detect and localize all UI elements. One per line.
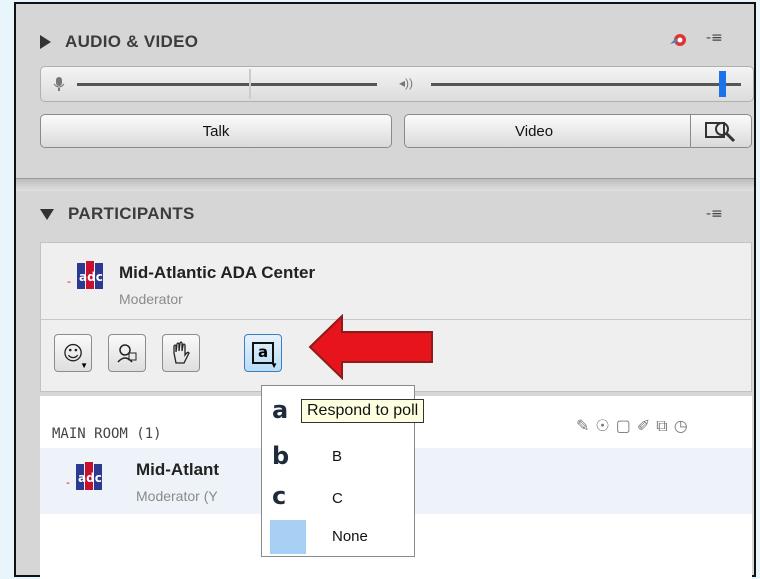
room-label: MAIN ROOM (1) bbox=[52, 426, 162, 442]
audio-video-header[interactable]: AUDIO & VIDEO bbox=[40, 22, 198, 62]
menu-icon[interactable]: -≡ bbox=[706, 30, 723, 46]
video-button[interactable]: Video bbox=[404, 114, 752, 148]
option-label: None bbox=[332, 528, 368, 545]
red-arrow-annotation bbox=[308, 314, 433, 380]
menu-icon[interactable]: -≡ bbox=[706, 206, 723, 222]
raise-hand-button[interactable] bbox=[162, 334, 200, 372]
collapse-arrow-icon[interactable] bbox=[40, 35, 51, 49]
slider-divider bbox=[249, 69, 251, 99]
option-label: B bbox=[332, 448, 343, 465]
audio-video-title: AUDIO & VIDEO bbox=[65, 32, 199, 51]
svg-text:adc: adc bbox=[79, 270, 103, 284]
room-toolbar: ✎☉▢✐⧉◷ bbox=[576, 416, 694, 436]
microphone-icon bbox=[53, 76, 65, 97]
poll-option-b[interactable]: b B bbox=[262, 434, 414, 474]
participant-role: Moderator (Y bbox=[136, 488, 218, 504]
collapse-arrow-icon[interactable] bbox=[40, 208, 54, 220]
svg-text:-: - bbox=[66, 476, 70, 489]
emoticon-button[interactable]: ☺ ▼ bbox=[54, 334, 92, 372]
raise-hand-icon bbox=[173, 341, 190, 364]
camera-settings-icon[interactable] bbox=[690, 115, 751, 147]
speaker-slider-thumb[interactable] bbox=[719, 71, 726, 97]
microphone-slider[interactable] bbox=[77, 83, 377, 86]
remove-status-icon[interactable]: ✎ bbox=[576, 416, 595, 435]
gear-icon[interactable] bbox=[668, 30, 692, 53]
ada-center-logo: - adc bbox=[67, 259, 111, 293]
remove-chat-icon[interactable]: ▢ bbox=[616, 416, 637, 435]
poll-tooltip: Respond to poll bbox=[301, 399, 425, 423]
participant-name: Mid-Atlantic ADA Center bbox=[119, 263, 316, 282]
panel-divider[interactable] bbox=[16, 178, 754, 191]
profile-button[interactable] bbox=[108, 334, 146, 372]
video-label: Video bbox=[515, 122, 554, 140]
svg-text:-: - bbox=[67, 275, 71, 288]
option-letter: c bbox=[272, 482, 287, 510]
participant-role: Moderator bbox=[119, 291, 183, 307]
app-window: AUDIO & VIDEO -≡ ◂)) Talk Video PARTICIP… bbox=[14, 2, 756, 579]
poll-button[interactable]: a ▼ bbox=[244, 334, 282, 372]
ada-center-logo: - adc bbox=[66, 460, 110, 494]
remove-time-icon[interactable]: ◷ bbox=[674, 416, 694, 435]
talk-label: Talk bbox=[202, 122, 230, 140]
remove-draw-icon[interactable]: ✐ bbox=[637, 416, 656, 435]
option-label: C bbox=[332, 490, 343, 507]
participants-header[interactable]: PARTICIPANTS bbox=[40, 194, 195, 234]
remove-share-icon[interactable]: ⧉ bbox=[656, 416, 673, 435]
svg-text:adc: adc bbox=[78, 471, 102, 485]
participant-name: Mid-Atlant bbox=[136, 460, 220, 479]
volume-controls: ◂)) bbox=[40, 66, 754, 102]
remove-profile-icon[interactable]: ☉ bbox=[595, 416, 615, 435]
speaker-icon: ◂)) bbox=[399, 76, 414, 90]
poll-option-c[interactable]: c C bbox=[262, 476, 414, 516]
poll-option-none[interactable]: None bbox=[262, 518, 414, 556]
speaker-slider[interactable] bbox=[431, 83, 741, 86]
talk-button[interactable]: Talk bbox=[40, 114, 392, 148]
profile-icon bbox=[117, 344, 137, 363]
option-letter: a bbox=[272, 396, 289, 424]
option-letter: b bbox=[272, 442, 290, 470]
participants-title: PARTICIPANTS bbox=[68, 204, 195, 223]
none-swatch bbox=[270, 520, 306, 554]
